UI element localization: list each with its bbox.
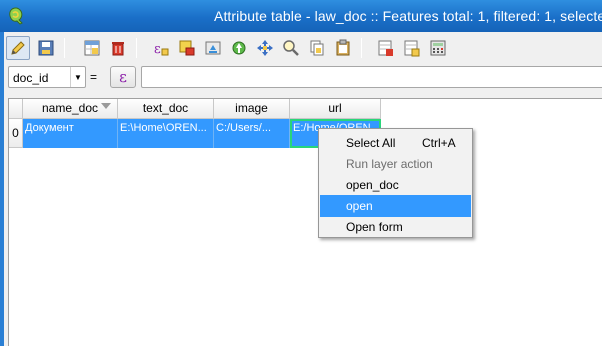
search-value-input[interactable] xyxy=(141,66,602,88)
toolbar-separator xyxy=(361,38,362,58)
svg-text:ε: ε xyxy=(154,42,161,57)
toggle-editing-icon[interactable] xyxy=(6,36,30,60)
sort-indicator-icon xyxy=(101,103,111,109)
toolbar-separator xyxy=(64,38,65,58)
title-bar[interactable]: Attribute table - law_doc :: Features to… xyxy=(0,0,602,32)
table-corner-header[interactable] xyxy=(9,99,23,119)
pan-to-selection-icon[interactable] xyxy=(253,36,277,60)
table-cell-text-doc[interactable]: E:\Home\OREN... xyxy=(118,119,214,148)
field-calculator-icon[interactable] xyxy=(426,36,450,60)
move-selection-top-icon[interactable] xyxy=(227,36,251,60)
column-header-image[interactable]: image xyxy=(214,99,290,119)
expression-builder-button[interactable]: ε xyxy=(110,66,136,88)
attribute-toolbar: ε xyxy=(6,36,596,62)
delete-features-icon[interactable] xyxy=(106,36,130,60)
operator-label: = xyxy=(90,70,98,84)
select-by-expression-icon[interactable]: ε xyxy=(149,36,173,60)
menu-item-shortcut: Ctrl+A xyxy=(422,136,456,150)
field-select-value: doc_id xyxy=(13,71,49,85)
qgis-logo-icon xyxy=(8,7,24,25)
expression-icon: ε xyxy=(119,68,127,86)
toolbar-separator xyxy=(136,38,137,58)
menu-item-label: Open form xyxy=(346,220,403,234)
context-menu: Select All Ctrl+A Run layer action open_… xyxy=(318,128,473,238)
menu-item-open[interactable]: open xyxy=(320,195,471,217)
zoom-to-selection-icon[interactable] xyxy=(279,36,303,60)
select-all-icon[interactable] xyxy=(175,36,199,60)
field-select[interactable]: doc_id ▼ xyxy=(8,66,86,88)
search-row: doc_id ▼ = ε xyxy=(8,66,602,90)
column-header-label: url xyxy=(328,101,342,115)
delete-field-icon[interactable] xyxy=(374,36,398,60)
attribute-table: name_doc text_doc image url 0 Документ E… xyxy=(8,98,602,346)
column-header-url[interactable]: url xyxy=(290,99,381,119)
save-edits-icon[interactable] xyxy=(34,36,58,60)
attribute-table-window: Attribute table - law_doc :: Features to… xyxy=(0,0,602,346)
menu-item-open-doc[interactable]: open_doc xyxy=(320,174,471,196)
paste-features-icon[interactable] xyxy=(331,36,355,60)
window-frame-edge xyxy=(0,32,4,346)
invert-selection-icon[interactable] xyxy=(201,36,225,60)
menu-item-label: Select All xyxy=(346,136,396,150)
window-title: Attribute table - law_doc :: Features to… xyxy=(214,8,602,24)
delete-column-icon[interactable] xyxy=(80,36,104,60)
copy-rows-icon[interactable] xyxy=(305,36,329,60)
table-cell-name-doc[interactable]: Документ xyxy=(23,119,118,148)
menu-item-label: open xyxy=(346,199,373,213)
menu-item-label: Run layer action xyxy=(346,157,433,171)
column-header-label: text_doc xyxy=(142,101,189,115)
table-cell-image[interactable]: C:/Users/... xyxy=(214,119,290,148)
column-header-name-doc[interactable]: name_doc xyxy=(23,99,118,119)
chevron-down-icon[interactable]: ▼ xyxy=(70,67,85,87)
row-header[interactable]: 0 xyxy=(9,119,23,148)
new-field-icon[interactable] xyxy=(400,36,424,60)
column-header-text-doc[interactable]: text_doc xyxy=(118,99,214,119)
menu-item-select-all[interactable]: Select All Ctrl+A xyxy=(320,132,471,154)
column-header-label: image xyxy=(235,101,268,115)
menu-item-label: open_doc xyxy=(346,178,399,192)
column-header-label: name_doc xyxy=(41,101,99,115)
menu-item-open-form[interactable]: Open form xyxy=(320,216,471,238)
menu-item-run-layer-action: Run layer action xyxy=(320,153,471,175)
